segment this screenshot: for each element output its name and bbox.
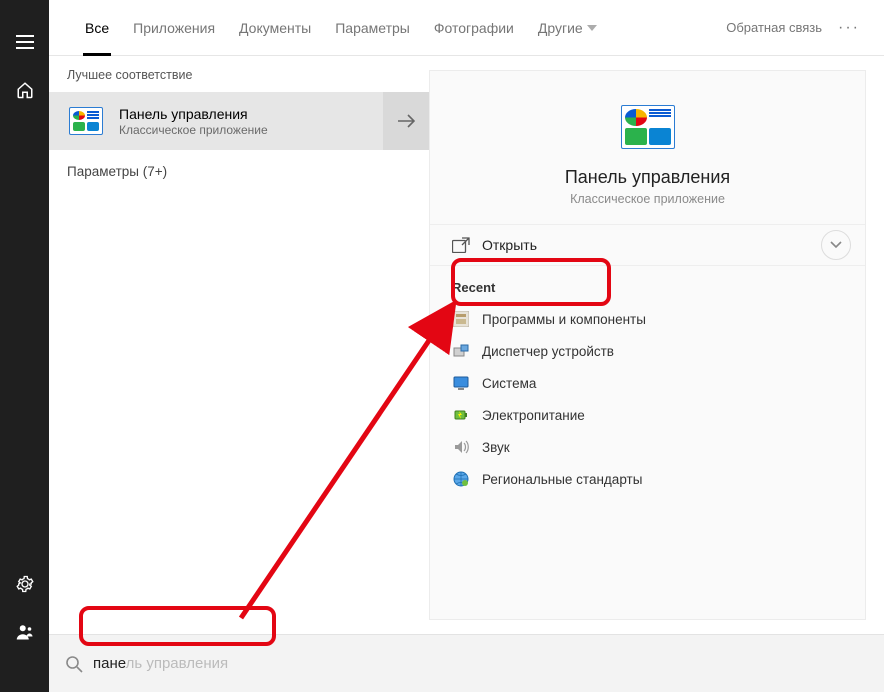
globe-icon — [452, 470, 470, 488]
sound-icon — [452, 438, 470, 456]
search-box[interactable]: панель управления — [49, 634, 884, 692]
tab-more[interactable]: Другие — [526, 0, 609, 56]
power-icon — [452, 406, 470, 424]
system-icon — [452, 374, 470, 392]
results-column: Лучшее соответствие Панель управления Кл… — [49, 56, 429, 634]
hamburger-icon[interactable] — [0, 18, 49, 66]
recent-item-regional[interactable]: Региональные стандарты — [452, 463, 843, 495]
recent-label: Recent — [452, 280, 843, 295]
feedback-link[interactable]: Обратная связь — [726, 20, 822, 35]
tab-more-label: Другие — [538, 20, 583, 36]
tab-apps[interactable]: Приложения — [121, 0, 227, 56]
recent-item-power[interactable]: Электропитание — [452, 399, 843, 431]
chevron-down-icon — [830, 241, 842, 249]
settings-group[interactable]: Параметры (7+) — [49, 150, 429, 193]
device-manager-icon — [452, 342, 470, 360]
search-text-display: панель управления — [93, 655, 228, 673]
search-typed: пане — [93, 655, 126, 672]
tab-settings[interactable]: Параметры — [323, 0, 422, 56]
tab-all[interactable]: Все — [73, 0, 121, 56]
details-subtitle: Классическое приложение — [570, 192, 725, 206]
filter-tabs: Все Приложения Документы Параметры Фотог… — [49, 0, 884, 56]
details-card: Панель управления Классическое приложени… — [429, 70, 866, 620]
arrow-right-icon — [397, 114, 415, 128]
tab-docs[interactable]: Документы — [227, 0, 323, 56]
best-match-label: Лучшее соответствие — [49, 56, 429, 92]
result-arrow-button[interactable] — [383, 92, 429, 150]
taskbar — [0, 0, 49, 692]
home-icon[interactable] — [0, 66, 49, 114]
result-title: Панель управления — [119, 106, 383, 122]
open-label: Открыть — [482, 237, 537, 253]
open-button[interactable]: Открыть — [430, 225, 865, 265]
details-title: Панель управления — [565, 167, 730, 188]
recent-item-system[interactable]: Система — [452, 367, 843, 399]
search-suggestion: ль управления — [126, 655, 229, 672]
more-menu-button[interactable]: ··· — [828, 19, 870, 37]
recent-item-device-manager[interactable]: Диспетчер устройств — [452, 335, 843, 367]
recent-item-sound[interactable]: Звук — [452, 431, 843, 463]
search-panel: Все Приложения Документы Параметры Фотог… — [49, 0, 884, 692]
tab-photos[interactable]: Фотографии — [422, 0, 526, 56]
programs-icon — [452, 310, 470, 328]
best-match-result[interactable]: Панель управления Классическое приложени… — [49, 92, 429, 150]
control-panel-icon — [65, 105, 107, 137]
search-icon — [65, 655, 83, 673]
expand-button[interactable] — [821, 230, 851, 260]
gear-icon[interactable] — [0, 560, 49, 608]
recent-item-programs[interactable]: Программы и компоненты — [452, 303, 843, 335]
control-panel-large-icon — [621, 105, 675, 149]
chevron-down-icon — [587, 25, 597, 31]
result-subtitle: Классическое приложение — [119, 123, 383, 137]
open-icon — [452, 237, 470, 253]
user-icon[interactable] — [0, 608, 49, 656]
